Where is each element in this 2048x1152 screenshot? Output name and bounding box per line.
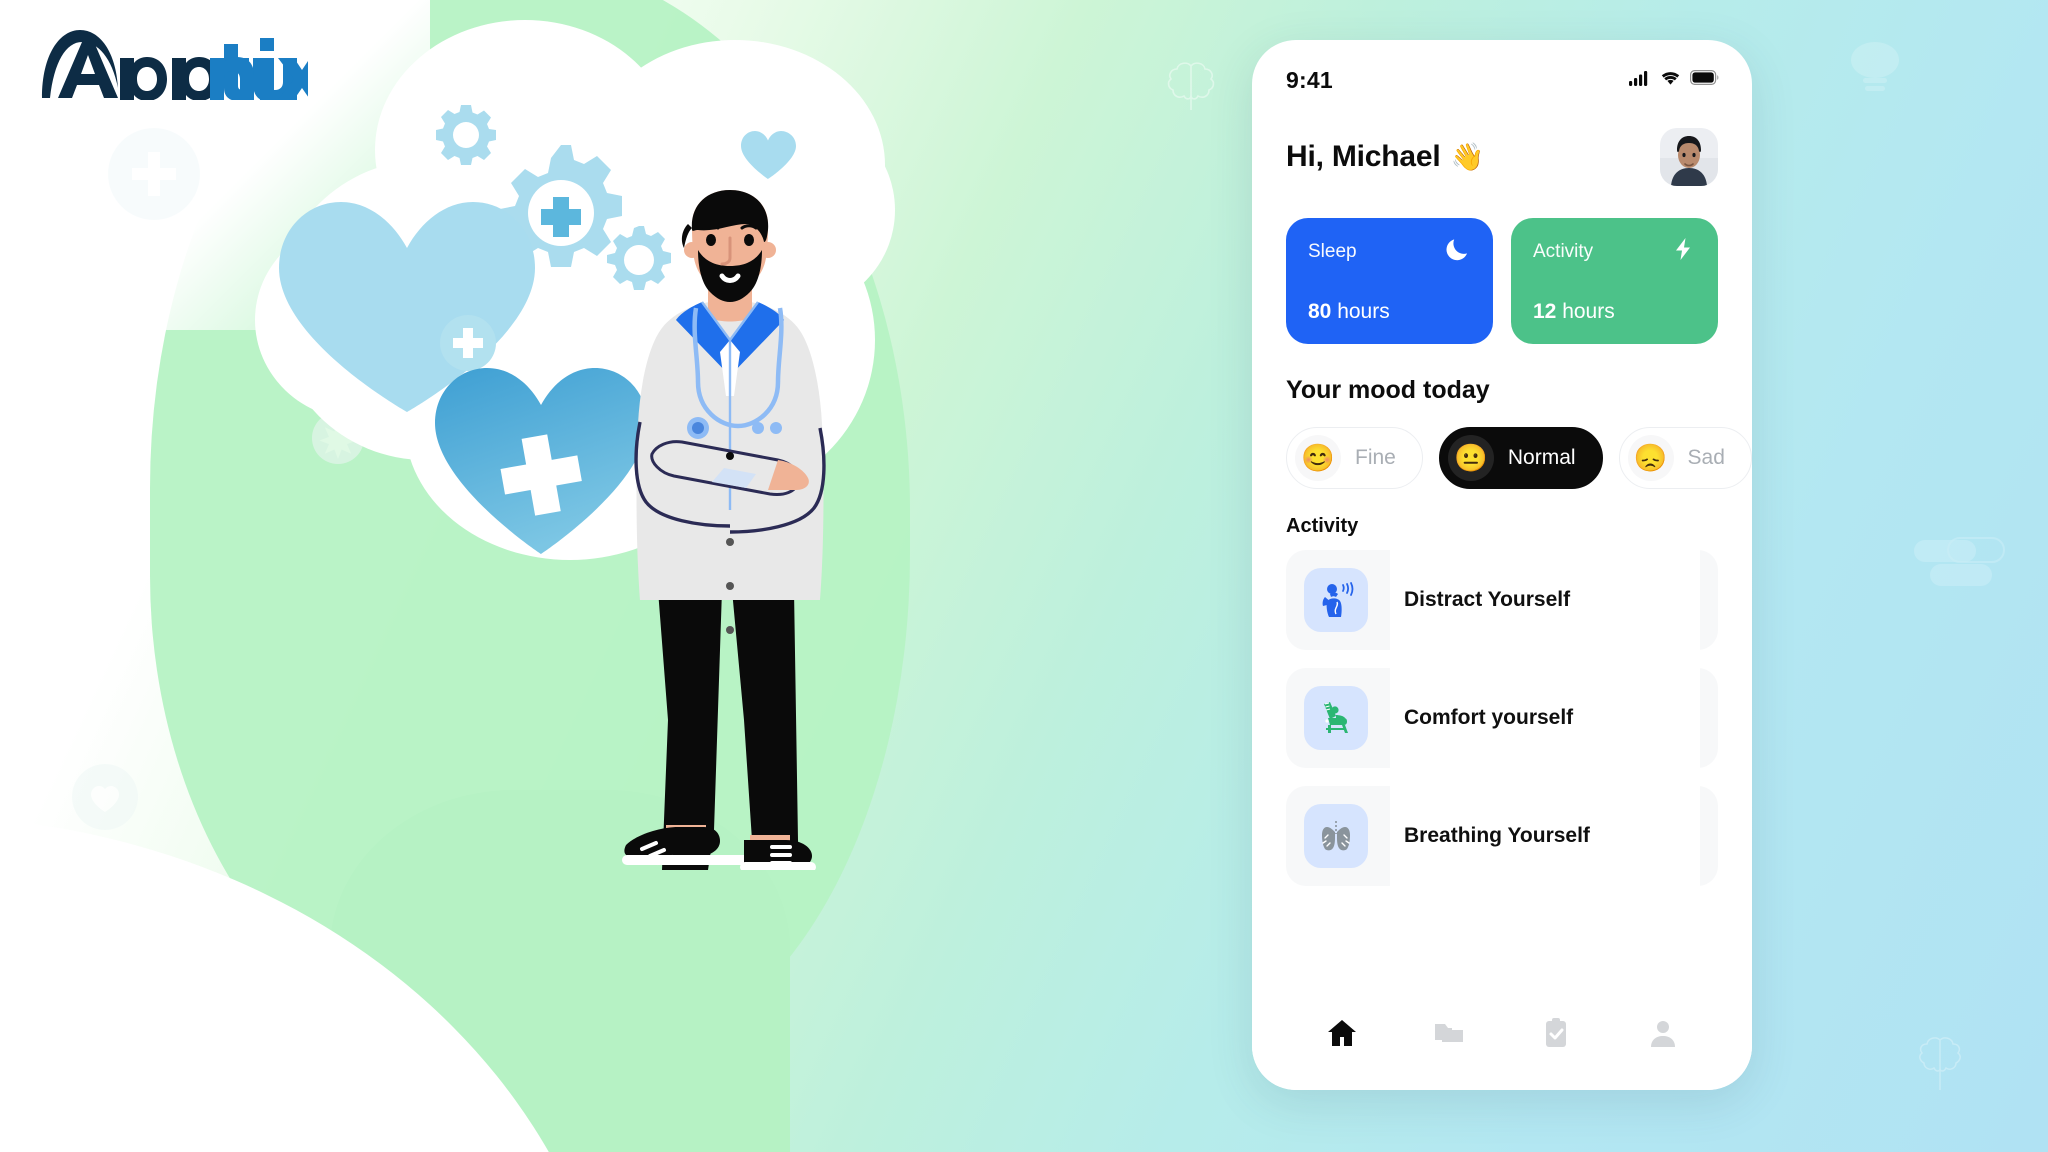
mood-emoji-sad: 😞 bbox=[1627, 435, 1674, 481]
nav-item-folder[interactable] bbox=[1421, 1013, 1477, 1057]
waving-hand-icon: 👋 bbox=[1450, 142, 1485, 172]
activity-label-comfort: Comfort yourself bbox=[1404, 706, 1574, 729]
brain-watermark-2 bbox=[1900, 1030, 1980, 1100]
stat-card-sleep-value: 80 hours bbox=[1308, 300, 1390, 324]
mood-label-fine: Fine bbox=[1355, 446, 1396, 469]
greeting-row: Hi, Michael 👋 bbox=[1252, 98, 1752, 186]
plus-circle-watermark bbox=[108, 128, 200, 220]
recliner-chair-icon bbox=[1304, 686, 1368, 750]
mood-options-row[interactable]: 😊 Fine 😐 Normal 😞 Sad bbox=[1252, 405, 1752, 489]
heart-tiny-icon bbox=[515, 108, 516, 126]
phone-mockup: 9:41 Hi, Michael 👋 Sleep 80 hours Activi… bbox=[1252, 40, 1752, 1090]
activity-label-box-breathing: Breathing Yourself bbox=[1390, 786, 1700, 886]
activity-section-title: Activity bbox=[1286, 515, 1359, 537]
activity-row-distract[interactable]: Distract Yourself bbox=[1286, 550, 1718, 650]
apptunix-logo bbox=[38, 28, 308, 115]
clipboard-check-icon bbox=[1540, 1017, 1572, 1054]
mood-label-sad: Sad bbox=[1687, 446, 1725, 469]
signal-icon bbox=[1629, 70, 1651, 91]
stat-card-sleep-unit: hours bbox=[1337, 300, 1390, 323]
heart-mini-icon bbox=[740, 130, 796, 185]
mood-emoji-normal: 😐 bbox=[1447, 435, 1494, 481]
nav-item-tasks[interactable] bbox=[1528, 1013, 1584, 1057]
stat-card-sleep[interactable]: Sleep 80 hours bbox=[1286, 218, 1493, 344]
stat-card-activity-value: 12 hours bbox=[1533, 300, 1615, 324]
home-icon bbox=[1326, 1017, 1358, 1054]
activity-list: Distract Yourself Comfort yourself Breat… bbox=[1252, 538, 1752, 886]
lightning-bolt-icon bbox=[1670, 236, 1696, 267]
headache-person-icon bbox=[1304, 568, 1368, 632]
mood-section-title: Your mood today bbox=[1286, 376, 1490, 404]
lungs-icon bbox=[1304, 804, 1368, 868]
battery-icon bbox=[1690, 70, 1720, 90]
lightbulb-watermark bbox=[1836, 28, 1914, 106]
gear-small-icon bbox=[433, 105, 499, 176]
wifi-icon bbox=[1660, 70, 1681, 91]
mood-pill-fine[interactable]: 😊 Fine bbox=[1286, 427, 1423, 489]
page-title: Hi, Michael bbox=[1286, 140, 1441, 173]
mood-pill-normal[interactable]: 😐 Normal bbox=[1438, 427, 1603, 489]
doctor-illustration bbox=[580, 190, 880, 872]
nav-item-home[interactable] bbox=[1314, 1013, 1370, 1057]
brain-watermark bbox=[1156, 52, 1226, 122]
status-bar-icons bbox=[1629, 70, 1720, 91]
activity-label-box-comfort: Comfort yourself bbox=[1390, 668, 1700, 768]
status-bar-time: 9:41 bbox=[1286, 66, 1333, 93]
mood-pill-sad[interactable]: 😞 Sad bbox=[1618, 427, 1752, 489]
activity-row-comfort[interactable]: Comfort yourself bbox=[1286, 668, 1718, 768]
mood-emoji-fine: 😊 bbox=[1295, 435, 1341, 481]
stat-cards-row: Sleep 80 hours Activity 12 hours bbox=[1252, 186, 1752, 344]
stat-card-activity-unit: hours bbox=[1562, 300, 1615, 323]
nav-item-profile[interactable] bbox=[1635, 1013, 1691, 1057]
stat-card-activity-number: 12 bbox=[1533, 300, 1557, 323]
status-bar: 9:41 bbox=[1252, 40, 1752, 98]
folder-icon bbox=[1433, 1017, 1465, 1054]
moon-icon bbox=[1445, 236, 1471, 267]
stat-card-activity-title: Activity bbox=[1533, 240, 1594, 262]
stat-card-activity[interactable]: Activity 12 hours bbox=[1511, 218, 1718, 344]
mood-label-normal: Normal bbox=[1507, 446, 1576, 469]
capsule-watermark bbox=[1912, 530, 2008, 600]
bottom-navigation bbox=[1252, 998, 1752, 1090]
stat-card-sleep-title: Sleep bbox=[1308, 240, 1357, 262]
avatar[interactable] bbox=[1660, 128, 1718, 186]
person-icon bbox=[1647, 1017, 1679, 1054]
activity-row-breathing[interactable]: Breathing Yourself bbox=[1286, 786, 1718, 886]
stat-card-sleep-number: 80 bbox=[1308, 300, 1332, 323]
activity-label-distract: Distract Yourself bbox=[1404, 588, 1571, 611]
activity-label-breathing: Breathing Yourself bbox=[1404, 824, 1590, 847]
activity-label-box-distract: Distract Yourself bbox=[1390, 550, 1700, 650]
heart-watermark bbox=[72, 764, 138, 830]
